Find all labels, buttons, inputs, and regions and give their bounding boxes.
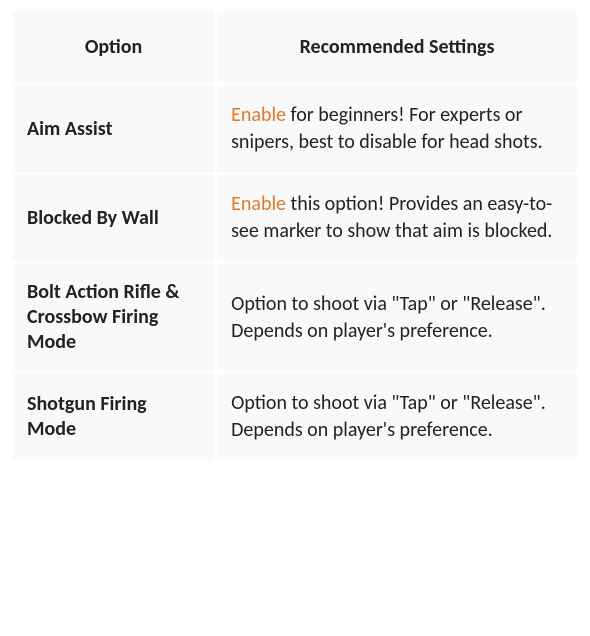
- table-row: Aim Assist Enable for beginners! For exp…: [12, 85, 579, 174]
- option-cell: Blocked By Wall: [12, 174, 216, 263]
- table-row: Bolt Action Rifle & Crossbow Firing Mode…: [12, 263, 579, 373]
- recommended-cell: Option to shoot via "Tap" or "Release". …: [216, 373, 579, 462]
- table-row: Blocked By Wall Enable this option! Prov…: [12, 174, 579, 263]
- table-row: Shotgun Firing Mode Option to shoot via …: [12, 373, 579, 462]
- highlight-text: Enable: [231, 103, 286, 127]
- recommended-text: Option to shoot via "Tap" or "Release". …: [231, 391, 546, 442]
- option-cell: Bolt Action Rifle & Crossbow Firing Mode: [12, 263, 216, 373]
- option-cell: Shotgun Firing Mode: [12, 373, 216, 462]
- recommended-text: Option to shoot via "Tap" or "Release". …: [231, 292, 546, 343]
- settings-table: Option Recommended Settings Aim Assist E…: [10, 8, 580, 463]
- recommended-cell: Option to shoot via "Tap" or "Release". …: [216, 263, 579, 373]
- highlight-text: Enable: [231, 192, 286, 216]
- header-option: Option: [12, 10, 216, 85]
- recommended-cell: Enable for beginners! For experts or sni…: [216, 85, 579, 174]
- option-cell: Aim Assist: [12, 85, 216, 174]
- recommended-cell: Enable this option! Provides an easy-to-…: [216, 174, 579, 263]
- header-recommended: Recommended Settings: [216, 10, 579, 85]
- table-header-row: Option Recommended Settings: [12, 10, 579, 85]
